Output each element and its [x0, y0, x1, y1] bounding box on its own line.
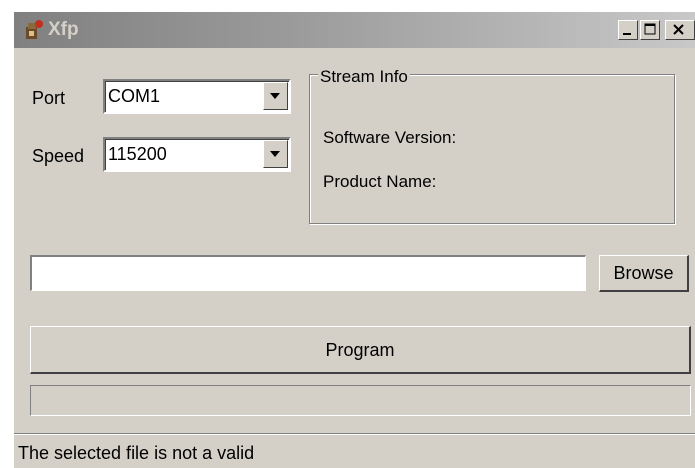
port-label: Port: [32, 88, 66, 108]
program-button[interactable]: Program: [30, 326, 691, 374]
close-icon: [673, 24, 684, 35]
speed-dropdown-button[interactable]: [263, 140, 288, 168]
chevron-down-icon: [270, 93, 280, 99]
file-path-input[interactable]: [30, 255, 586, 291]
maximize-icon: [644, 23, 656, 35]
port-combo[interactable]: COM1: [103, 79, 291, 114]
port-combo-value: COM1: [108, 86, 161, 106]
status-bar: The selected file is not a valid: [14, 433, 695, 468]
software-version-label: Software Version:: [323, 128, 457, 147]
port-dropdown-button[interactable]: [263, 82, 288, 110]
stream-info-title: Stream Info: [318, 67, 410, 87]
speed-combo-value: 115200: [108, 144, 167, 164]
xfp-window: Xfp Port COM1 Speed 115200 Stream Info S…: [14, 12, 695, 468]
minimize-icon: [623, 33, 631, 35]
minimize-button[interactable]: [618, 20, 638, 40]
product-name-label: Product Name:: [323, 172, 437, 191]
speed-combo[interactable]: 115200: [103, 137, 291, 172]
browse-button[interactable]: Browse: [599, 255, 689, 292]
progress-bar: [30, 385, 691, 416]
title-bar[interactable]: Xfp: [14, 12, 695, 48]
speed-label: Speed: [32, 146, 85, 166]
xfp-app-icon[interactable]: [22, 18, 46, 42]
chevron-down-icon: [270, 151, 280, 157]
stream-info-group: [309, 74, 675, 224]
maximize-button[interactable]: [640, 20, 660, 40]
close-button[interactable]: [665, 20, 695, 40]
status-text: The selected file is not a valid: [18, 443, 255, 463]
window-title: Xfp: [48, 19, 79, 40]
